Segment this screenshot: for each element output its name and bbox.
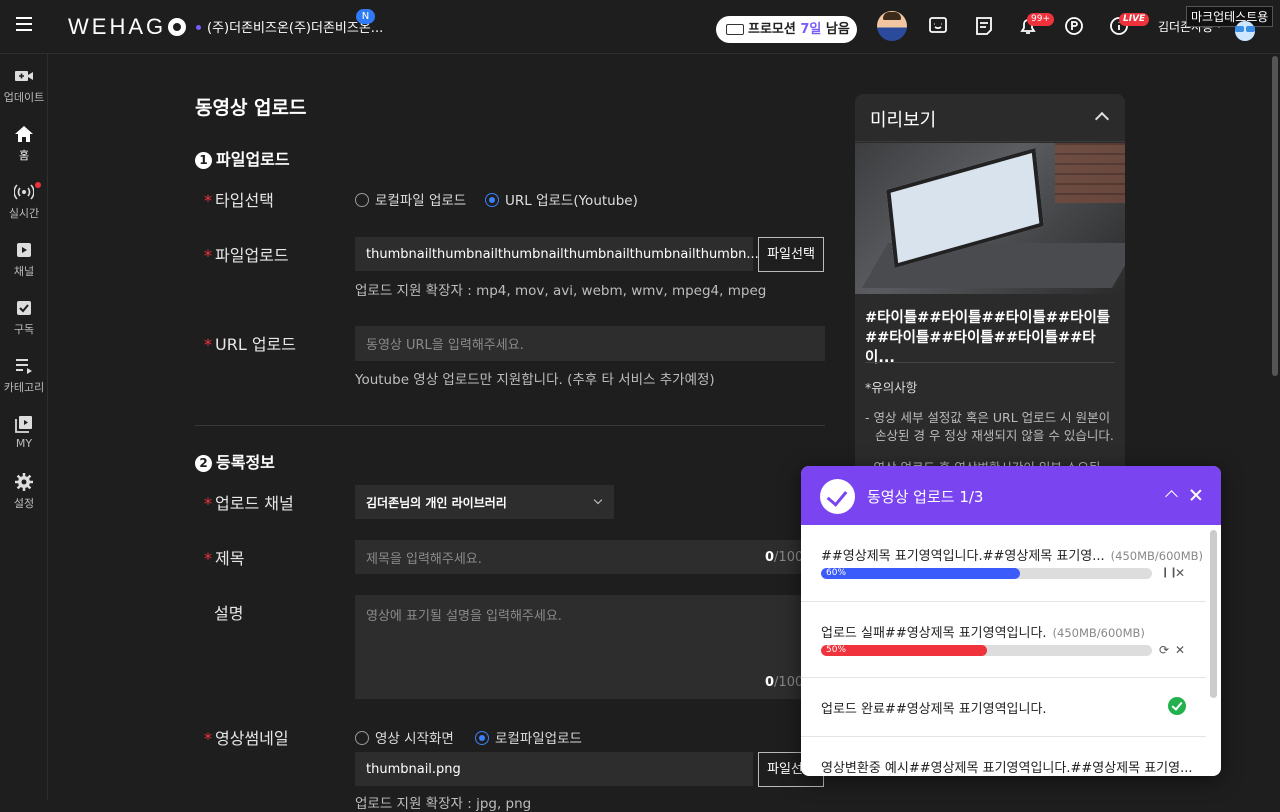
sidebar-item-category[interactable]: 카테고리 xyxy=(0,356,48,414)
url-help: Youtube 영상 업로드만 지원합니다. (추후 타 서비스 추가예정) xyxy=(355,372,715,388)
sidebar-item-my[interactable]: MY xyxy=(0,414,48,472)
upload-progress-bar: 60% xyxy=(821,568,1152,579)
upload-item: 업로드 실패##영상제목 표기영역입니다. (450MB/600MB) 50% ⟳… xyxy=(801,602,1206,678)
sidebar-item-live[interactable]: 실시간 xyxy=(0,182,48,240)
page-title: 동영상 업로드 xyxy=(195,97,307,119)
page-scrollbar[interactable] xyxy=(1272,56,1278,376)
upload-panel-header: 동영상 업로드 1/3 xyxy=(801,466,1221,525)
menu-icon[interactable] xyxy=(16,17,32,31)
ticket-icon xyxy=(726,24,744,35)
upload-item-name: 업로드 완료##영상제목 표기영역입니다. xyxy=(821,702,1047,717)
company-selector[interactable]: (주)더존비즈온(주)더존비즈온... xyxy=(196,17,383,36)
file-name-field[interactable]: thumbnailthumbnailthumbnailthumbnailthum… xyxy=(355,237,788,271)
upload-item: 영상변환중 예시##영상제목 표기영역입니다.##영상제목 표기영... xyxy=(801,737,1206,776)
thumbnail-file-field[interactable]: thumbnail.png xyxy=(355,752,753,786)
file-upload-label: * 파일업로드 xyxy=(204,246,289,265)
title-char-counter: 0/100 xyxy=(765,550,804,565)
description-textarea[interactable]: 영상에 표기될 설명을 입력해주세요. xyxy=(355,595,815,699)
title-label: * 제목 xyxy=(204,549,245,568)
file-extension-help: 업로드 지원 확장자 : mp4, mov, avi, webm, wmv, m… xyxy=(355,283,767,299)
sidebar-item-update[interactable]: 업데이트 xyxy=(0,66,48,124)
subscribe-icon xyxy=(17,301,31,315)
cancel-icon[interactable]: ✕ xyxy=(1175,566,1185,580)
preview-video-title: #타이틀##타이틀##타이틀##타이틀##타이틀##타이틀##타이틀##타이..… xyxy=(865,310,1111,366)
section-divider xyxy=(195,425,825,426)
upload-item-name: 업로드 실패##영상제목 표기영역입니다. (450MB/600MB) xyxy=(821,626,1145,641)
sidebar-item-subscribe[interactable]: 구독 xyxy=(0,298,48,356)
channel-icon xyxy=(17,243,31,257)
file-select-button[interactable]: 파일선택 xyxy=(758,237,824,272)
notice-item: - 영상 세부 설정값 혹은 URL 업로드 시 원본이 손상된 경 우 정상 … xyxy=(865,410,1114,443)
notification-count-badge: 99+ xyxy=(1027,13,1054,26)
notice-heading: *유의사항 xyxy=(865,380,918,395)
sidebar-item-settings[interactable]: 설정 xyxy=(0,472,48,530)
upload-panel-scrollbar[interactable] xyxy=(1210,530,1217,698)
sidebar-item-channel[interactable]: 채널 xyxy=(0,240,48,298)
section-file-upload: 1 파일업로드 xyxy=(195,146,290,170)
radio-local-upload[interactable]: 로컬파일 업로드 xyxy=(355,189,466,209)
point-icon[interactable] xyxy=(1061,13,1087,39)
memo-icon[interactable] xyxy=(971,13,997,39)
title-input[interactable]: 제목을 입력해주세요. xyxy=(355,540,815,574)
video-plus-icon xyxy=(15,71,33,81)
complete-check-icon xyxy=(1168,697,1186,715)
upload-item: ##영상제목 표기영역입니다.##영상제목 표기영... (450MB/600MB… xyxy=(801,525,1206,602)
radio-video-start[interactable]: 영상 시작화면 xyxy=(355,727,454,747)
category-icon xyxy=(16,359,32,374)
preview-panel: 미리보기 #타이틀##타이틀##타이틀##타이틀##타이틀##타이틀##타이틀#… xyxy=(855,94,1125,514)
url-input[interactable]: 동영상 URL을 입력해주세요. xyxy=(355,326,825,361)
retry-icon[interactable]: ⟳ xyxy=(1159,643,1169,657)
logo[interactable]: WEHAG xyxy=(68,14,187,40)
type-select-label: * 타입선택 xyxy=(204,191,274,210)
top-bar: WEHAG (주)더존비즈온(주)더존비즈온... N 프로모션 7일 남음 9… xyxy=(0,0,1280,54)
side-navigation: 업데이트 홈 실시간 채널 구독 카테고리 MY 설정 xyxy=(0,54,48,800)
chat-icon[interactable] xyxy=(925,13,951,39)
my-playlist-icon xyxy=(15,416,32,433)
sidebar-item-home[interactable]: 홈 xyxy=(0,124,48,182)
url-upload-label: * URL 업로드 xyxy=(204,335,296,354)
promotion-button[interactable]: 프로모션 7일 남음 xyxy=(716,16,857,43)
new-badge: N xyxy=(356,9,375,24)
live-dot xyxy=(35,182,41,188)
profile-avatar[interactable] xyxy=(877,11,907,41)
home-icon xyxy=(15,126,33,142)
upload-item-name: 영상변환중 예시##영상제목 표기영역입니다.##영상제목 표기영... xyxy=(821,761,1193,776)
live-broadcast-icon xyxy=(14,184,34,200)
channel-select[interactable]: 김더존님의 개인 라이브러리 xyxy=(355,485,614,519)
gear-icon xyxy=(15,473,33,491)
check-circle-icon xyxy=(820,479,855,514)
collapse-icon[interactable] xyxy=(1165,490,1178,503)
upload-item: 업로드 완료##영상제목 표기영역입니다. xyxy=(801,678,1206,737)
section-registration: 2 등록정보 xyxy=(195,449,275,473)
preview-thumbnail xyxy=(855,143,1125,294)
upload-progress-bar: 50% xyxy=(821,645,1152,656)
upload-panel-title: 동영상 업로드 1/3 xyxy=(867,488,984,506)
radio-url-upload[interactable]: URL 업로드(Youtube) xyxy=(485,189,638,209)
live-badge: LIVE xyxy=(1119,13,1150,26)
thumbnail-label: * 영상썸네일 xyxy=(204,729,289,748)
radio-local-thumbnail[interactable]: 로컬파일업로드 xyxy=(475,727,582,747)
close-icon[interactable] xyxy=(1189,488,1203,502)
thumbnail-extension-help: 업로드 지원 확장자 : jpg, png xyxy=(355,796,532,812)
chevron-up-icon[interactable] xyxy=(1094,111,1110,127)
character-avatar[interactable] xyxy=(1230,17,1260,41)
preview-header[interactable]: 미리보기 xyxy=(855,94,1125,142)
description-label: 설명 xyxy=(214,604,244,623)
description-char-counter: 0/100 xyxy=(765,675,804,690)
channel-label: * 업로드 채널 xyxy=(204,494,294,513)
chevron-down-icon xyxy=(593,495,603,505)
upload-item-name: ##영상제목 표기영역입니다.##영상제목 표기영... (450MB/600MB… xyxy=(821,549,1204,564)
upload-progress-panel: 동영상 업로드 1/3 ##영상제목 표기영역입니다.##영상제목 표기영...… xyxy=(801,466,1221,776)
cancel-icon[interactable]: ✕ xyxy=(1175,643,1185,657)
